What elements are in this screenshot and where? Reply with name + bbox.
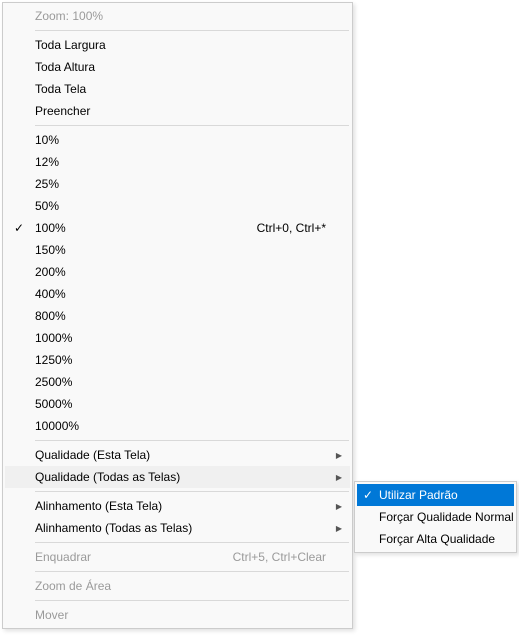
quality-submenu: ✓Utilizar Padrão Forçar Qualidade Normal F… (354, 481, 517, 553)
zoom-level-item-label: 5000% (33, 397, 332, 411)
bottom-menu-item: Zoom de Área (5, 575, 350, 597)
quality-menu-item-label: Qualidade (Todas as Telas) (33, 470, 332, 484)
quality-menu-item[interactable]: Qualidade (Esta Tela)▶ (5, 444, 350, 466)
alignment-menu-item-label: Alinhamento (Todas as Telas) (33, 521, 332, 535)
zoom-level-item-label: 200% (33, 265, 332, 279)
fit-menu-item[interactable]: Toda Tela (5, 78, 350, 100)
menu-separator (35, 30, 349, 31)
zoom-level-item-label: 2500% (33, 375, 332, 389)
menu-separator (35, 125, 349, 126)
quality-submenu-item[interactable]: ✓Utilizar Padrão (357, 484, 514, 506)
zoom-level-item[interactable]: 400% (5, 283, 350, 305)
zoom-header: Zoom: 100% (5, 5, 350, 27)
fit-menu-item-label: Preencher (33, 104, 332, 118)
zoom-level-item-label: 12% (33, 155, 332, 169)
zoom-level-item[interactable]: 5000% (5, 393, 350, 415)
zoom-level-item-label: 1000% (33, 331, 332, 345)
fit-menu-item[interactable]: Toda Altura (5, 56, 350, 78)
zoom-level-item-label: 25% (33, 177, 332, 191)
chevron-right-icon: ▶ (332, 502, 346, 511)
chevron-right-icon: ▶ (332, 473, 346, 482)
bottom-menu-item-label: Enquadrar (33, 550, 233, 564)
fit-menu-item-label: Toda Tela (33, 82, 332, 96)
zoom-level-item[interactable]: 1000% (5, 327, 350, 349)
fit-menu-item-label: Toda Altura (33, 60, 332, 74)
zoom-level-item-label: 150% (33, 243, 332, 257)
zoom-level-item[interactable]: 50% (5, 195, 350, 217)
chevron-right-icon: ▶ (332, 524, 346, 533)
zoom-level-item-label: 50% (33, 199, 332, 213)
zoom-level-item-label: 10000% (33, 419, 332, 433)
menu-separator (35, 440, 349, 441)
quality-submenu-item-label: Forçar Qualidade Normal (379, 510, 514, 524)
zoom-level-item-label: 10% (33, 133, 332, 147)
bottom-menu-item-label: Zoom de Área (33, 579, 332, 593)
bottom-menu-item: EnquadrarCtrl+5, Ctrl+Clear (5, 546, 350, 568)
bottom-menu-item-label: Mover (33, 608, 332, 622)
zoom-level-item[interactable]: ✓100%Ctrl+0, Ctrl+* (5, 217, 350, 239)
check-icon: ✓ (357, 484, 379, 506)
quality-menu-item-label: Qualidade (Esta Tela) (33, 448, 332, 462)
fit-menu-item[interactable]: Preencher (5, 100, 350, 122)
zoom-level-item[interactable]: 12% (5, 151, 350, 173)
accelerator-text: Ctrl+0, Ctrl+* (257, 221, 332, 235)
fit-menu-item[interactable]: Toda Largura (5, 34, 350, 56)
zoom-header-label: Zoom: 100% (33, 9, 332, 23)
menu-separator (35, 571, 349, 572)
quality-menu-item[interactable]: Qualidade (Todas as Telas)▶ (5, 466, 350, 488)
alignment-menu-item[interactable]: Alinhamento (Esta Tela)▶ (5, 495, 350, 517)
quality-submenu-item[interactable]: Forçar Alta Qualidade (357, 528, 514, 550)
accelerator-text: Ctrl+5, Ctrl+Clear (233, 550, 332, 564)
alignment-menu-item[interactable]: Alinhamento (Todas as Telas)▶ (5, 517, 350, 539)
zoom-level-item-label: 800% (33, 309, 332, 323)
zoom-level-item[interactable]: 10% (5, 129, 350, 151)
menu-separator (35, 600, 349, 601)
zoom-level-item-label: 400% (33, 287, 332, 301)
chevron-right-icon: ▶ (332, 451, 346, 460)
quality-submenu-item-label: Utilizar Padrão (379, 488, 510, 502)
zoom-level-item-label: 1250% (33, 353, 332, 367)
zoom-level-item[interactable]: 25% (5, 173, 350, 195)
bottom-menu-item: Mover (5, 604, 350, 626)
zoom-level-item[interactable]: 1250% (5, 349, 350, 371)
zoom-level-item[interactable]: 800% (5, 305, 350, 327)
menu-separator (35, 542, 349, 543)
zoom-level-item-label: 100% (33, 221, 257, 235)
zoom-level-item[interactable]: 150% (5, 239, 350, 261)
menu-separator (35, 491, 349, 492)
zoom-level-item[interactable]: 200% (5, 261, 350, 283)
fit-menu-item-label: Toda Largura (33, 38, 332, 52)
alignment-menu-item-label: Alinhamento (Esta Tela) (33, 499, 332, 513)
check-icon: ✓ (5, 217, 33, 239)
quality-submenu-item-label: Forçar Alta Qualidade (379, 532, 510, 546)
zoom-level-item[interactable]: 2500% (5, 371, 350, 393)
quality-submenu-item[interactable]: Forçar Qualidade Normal (357, 506, 514, 528)
zoom-context-menu: Zoom: 100% Toda Largura Toda Altura Toda T… (2, 2, 353, 629)
zoom-level-item[interactable]: 10000% (5, 415, 350, 437)
